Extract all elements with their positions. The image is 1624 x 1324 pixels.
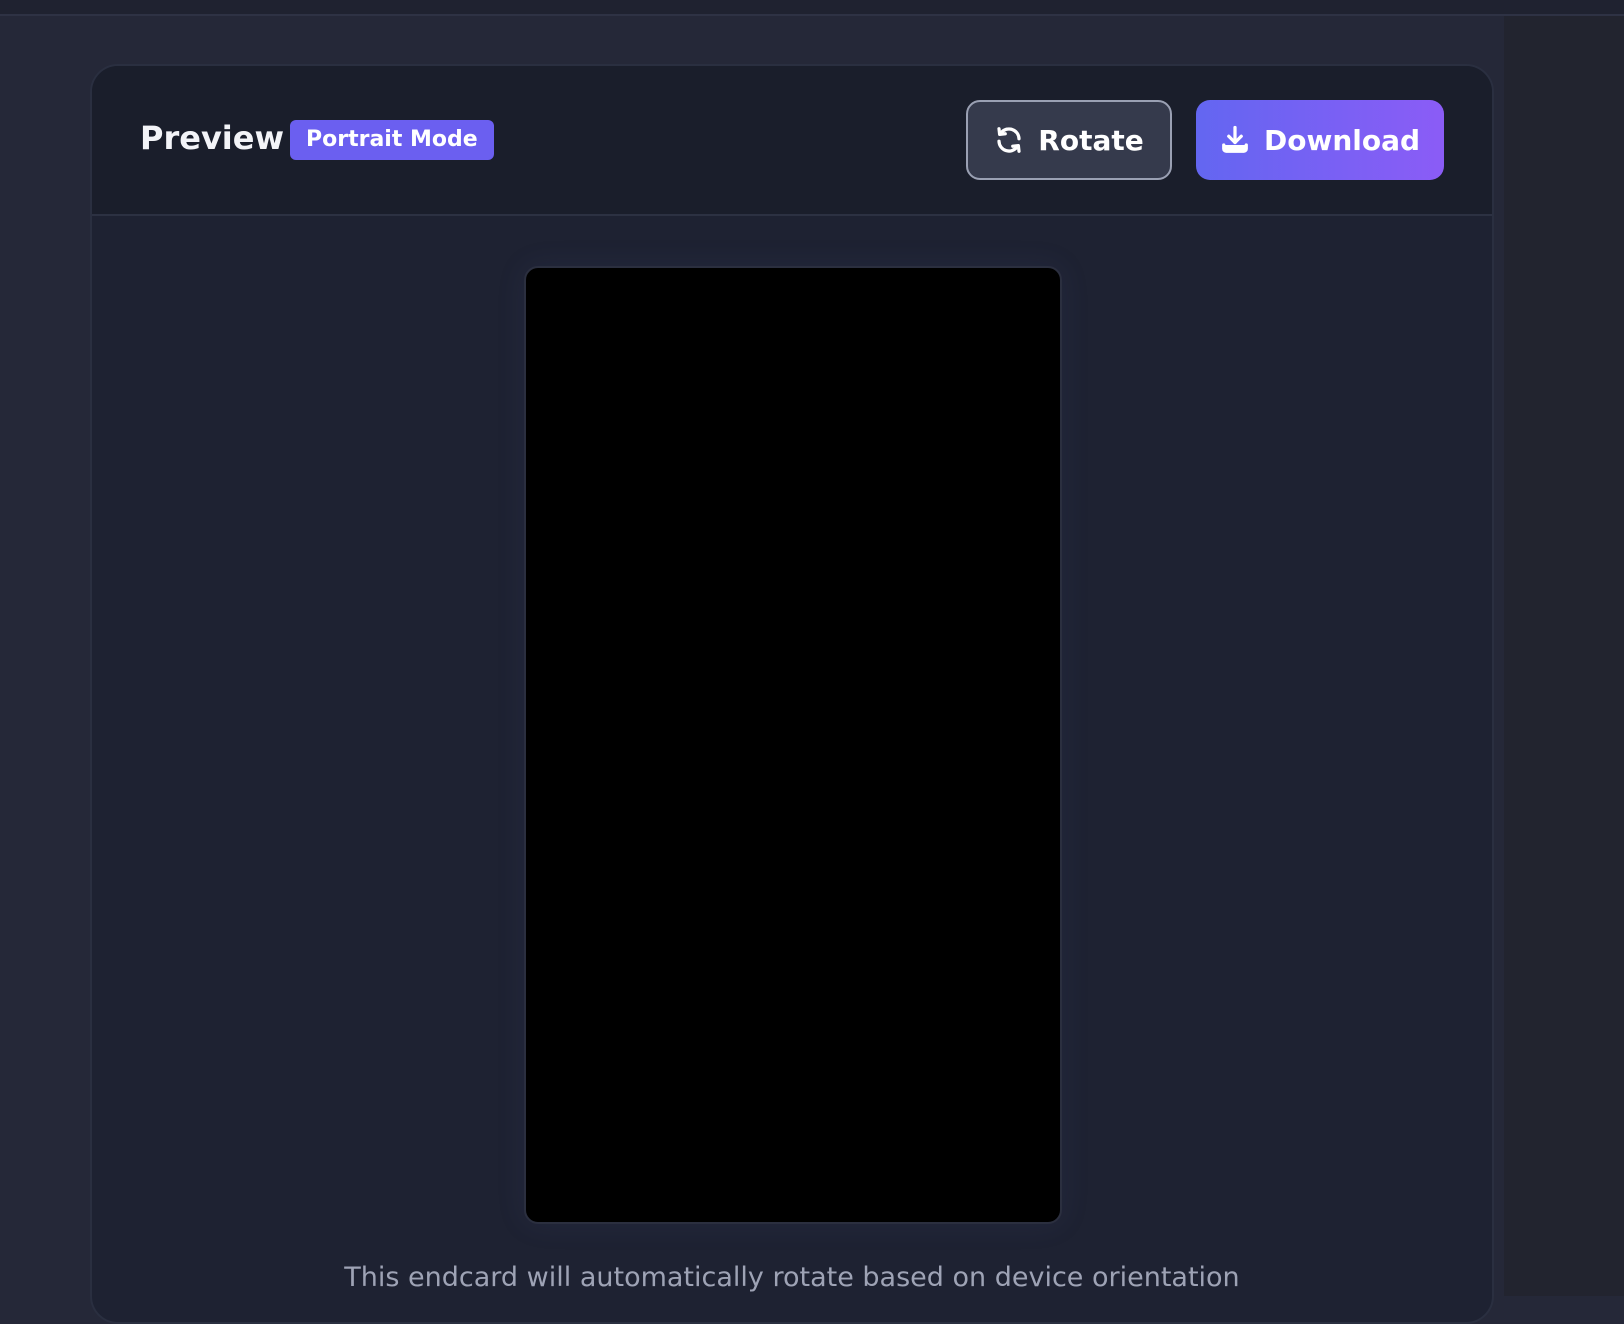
preview-header: Preview Portrait Mode Rotate Download — [92, 66, 1492, 216]
endcard-preview-frame[interactable] — [524, 266, 1062, 1224]
preview-card: Preview Portrait Mode Rotate Download Th… — [90, 64, 1494, 1324]
right-panel-edge — [1504, 16, 1624, 1296]
download-label: Download — [1263, 123, 1421, 157]
preview-title: Preview — [140, 119, 285, 157]
mode-badge: Portrait Mode — [290, 120, 494, 160]
download-button[interactable]: Download — [1196, 100, 1444, 180]
rotation-note: This endcard will automatically rotate b… — [344, 1262, 1240, 1293]
refresh-icon — [994, 125, 1038, 155]
rotate-button[interactable]: Rotate — [966, 100, 1172, 180]
rotate-label: Rotate — [1038, 123, 1144, 157]
top-bar — [0, 0, 1624, 16]
download-icon — [1220, 125, 1264, 155]
